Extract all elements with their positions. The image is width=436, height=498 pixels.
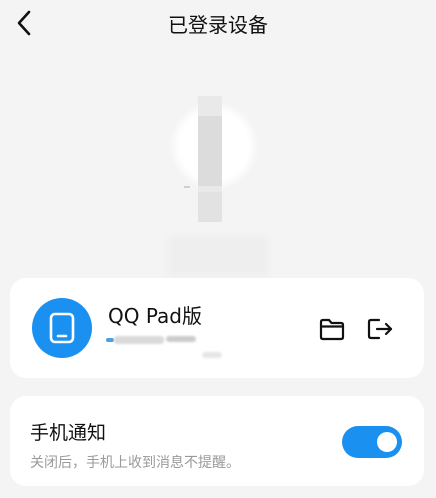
page-title: 已登录设备 (168, 13, 268, 37)
device-illustration (168, 96, 268, 276)
notification-title: 手机通知 (30, 422, 107, 444)
logout-icon (367, 318, 393, 340)
folder-button[interactable] (318, 316, 346, 342)
top-bar: 已登录设备 (0, 0, 436, 46)
notification-toggle[interactable] (342, 426, 402, 458)
logout-button[interactable] (366, 316, 394, 342)
toggle-knob (377, 432, 397, 452)
device-avatar (32, 298, 92, 358)
phone-notification-card: 手机通知 关闭后，手机上收到消息不提醒。 (10, 396, 424, 486)
device-name: QQ Pad版 (108, 304, 202, 328)
notification-description: 关闭后，手机上收到消息不提醒。 (30, 455, 240, 471)
tablet-icon (49, 312, 75, 344)
folder-icon (319, 318, 345, 341)
device-card: QQ Pad版 (10, 278, 424, 378)
device-detail-redacted (106, 336, 222, 358)
